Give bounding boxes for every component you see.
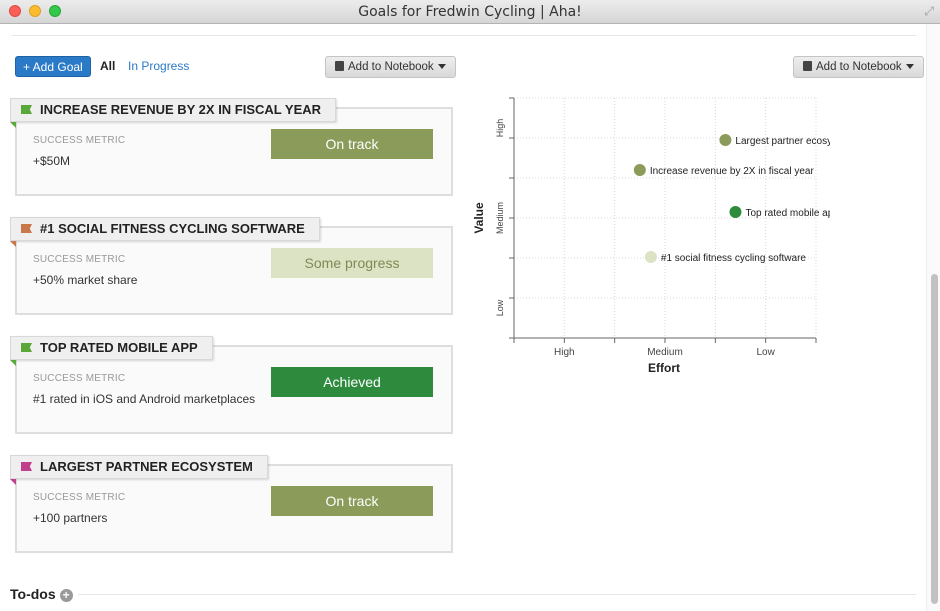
success-metric-value: +50% market share	[33, 273, 138, 287]
success-metric-label: SUCCESS METRIC	[33, 135, 126, 146]
data-point	[729, 206, 742, 218]
caret-down-icon	[437, 64, 446, 70]
flag-icon	[21, 105, 32, 114]
x-tick-label: Medium	[647, 347, 683, 358]
goal-title-tab[interactable]: LARGEST PARTNER ECOSYSTEM	[10, 455, 268, 479]
add-todo-icon[interactable]: +	[59, 589, 73, 602]
success-metric-value: +100 partners	[33, 511, 108, 525]
todos-label: To-dos	[10, 586, 56, 602]
x-axis-title: Effort	[648, 361, 680, 375]
tab-notch	[10, 241, 16, 247]
goal-title-tab[interactable]: #1 SOCIAL FITNESS CYCLING SOFTWARE	[10, 217, 320, 241]
tab-notch	[10, 479, 16, 485]
add-to-notebook-label: Add to Notebook	[348, 61, 434, 73]
flag-icon	[21, 462, 32, 471]
x-tick-label: High	[554, 347, 575, 358]
vertical-scrollbar[interactable]	[926, 24, 940, 611]
data-point	[719, 134, 732, 146]
scrollbar-thumb[interactable]	[931, 274, 938, 604]
divider	[12, 35, 916, 36]
data-point	[633, 164, 646, 176]
add-to-notebook-button[interactable]: Add to Notebook	[325, 56, 456, 78]
tab-notch	[10, 122, 16, 128]
y-tick-label: Medium	[495, 202, 505, 234]
fullscreen-icon[interactable]: ⤢	[924, 4, 934, 19]
goal-title: LARGEST PARTNER ECOSYSTEM	[40, 459, 253, 474]
caret-down-icon	[905, 64, 914, 70]
success-metric-label: SUCCESS METRIC	[33, 254, 126, 265]
book-icon	[803, 61, 812, 71]
y-axis-title: Value	[472, 202, 486, 234]
add-goal-button[interactable]: + Add Goal	[15, 56, 91, 77]
data-point	[644, 251, 657, 263]
flag-icon	[21, 224, 32, 233]
y-tick-label: High	[495, 119, 505, 138]
goal-title-tab[interactable]: TOP RATED MOBILE APP	[10, 336, 213, 360]
value-effort-chart: High Medium Low High Medium Low Largest partn…	[472, 97, 830, 375]
book-icon	[335, 61, 344, 71]
success-metric-label: SUCCESS METRIC	[33, 492, 126, 503]
goal-title-tab[interactable]: INCREASE REVENUE BY 2X IN FISCAL YEAR	[10, 98, 337, 122]
filter-all-tab[interactable]: All	[100, 59, 115, 73]
success-metric-label: SUCCESS METRIC	[33, 373, 126, 384]
flag-icon	[21, 343, 32, 352]
goal-status-badge[interactable]: On track	[271, 129, 433, 159]
y-tick-label: Low	[495, 299, 505, 316]
x-tick-label: Low	[756, 347, 775, 358]
window-title: Goals for Fredwin Cycling | Aha!	[358, 4, 582, 20]
data-point-label: Increase revenue by 2X in fiscal year	[650, 166, 815, 177]
todos-section-header: To-dos +	[10, 586, 73, 602]
add-to-notebook-label: Add to Notebook	[816, 61, 902, 73]
chart-add-to-notebook-button[interactable]: Add to Notebook	[793, 56, 924, 78]
data-point-label: Largest partner ecosystem	[735, 136, 830, 147]
success-metric-value: #1 rated in iOS and Android marketplaces	[33, 392, 256, 406]
goal-title: #1 SOCIAL FITNESS CYCLING SOFTWARE	[40, 221, 305, 236]
goal-status-badge[interactable]: Some progress	[271, 248, 433, 278]
goal-title: TOP RATED MOBILE APP	[40, 340, 198, 355]
goal-title: INCREASE REVENUE BY 2X IN FISCAL YEAR	[40, 102, 322, 117]
divider	[78, 594, 916, 595]
tab-notch	[10, 360, 16, 366]
goal-status-badge[interactable]: Achieved	[271, 367, 433, 397]
goal-status-badge[interactable]: On track	[271, 486, 433, 516]
data-point-label: #1 social fitness cycling software	[661, 253, 807, 264]
window-titlebar: Goals for Fredwin Cycling | Aha! ⤢	[0, 0, 940, 24]
filter-in-progress-tab[interactable]: In Progress	[128, 59, 189, 73]
data-point-label: Top rated mobile app	[745, 208, 830, 219]
success-metric-value: +$50M	[33, 154, 71, 168]
